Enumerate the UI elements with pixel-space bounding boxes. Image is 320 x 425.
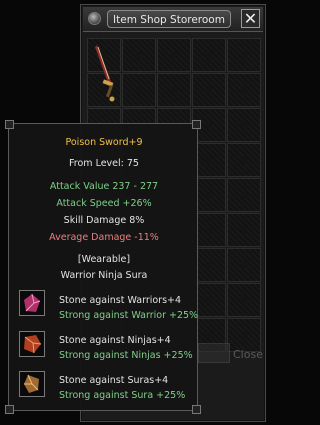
storeroom-slot[interactable] [227,318,261,352]
stone-bonus: Strong against Sura +25% [59,390,186,401]
stone-name: Stone against Warriors+4 [59,295,182,306]
stone-name: Stone against Ninjas+4 [59,335,171,346]
average-damage: Average Damage -11% [49,232,159,243]
attack-value: Attack Value 237 - 277 [49,181,159,192]
close-button[interactable] [198,343,230,363]
storeroom-slot[interactable] [227,73,261,107]
storeroom-slot[interactable] [192,38,226,72]
wearable-classes: Warrior Ninja Sura [60,270,148,281]
ninja-stone-icon [19,331,45,357]
storeroom-slot[interactable] [227,178,261,212]
storeroom-slot[interactable] [157,73,191,107]
window-titlebar[interactable]: Item Shop Storeroom ✕ [83,7,263,32]
required-level: From Level: 75 [69,158,139,169]
storeroom-slot[interactable] [227,283,261,317]
item-name: Poison Sword+9 [65,137,143,148]
tooltip-corner [192,405,201,414]
warrior-stone-icon [19,290,45,316]
storeroom-slot[interactable] [227,143,261,177]
item-tooltip: Poison Sword+9 From Level: 75 Attack Val… [5,120,201,414]
storeroom-slot[interactable] [192,73,226,107]
close-button-label: Close [233,348,263,361]
tooltip-corner [5,120,14,129]
stone-bonus: Strong against Warrior +25% [59,310,199,321]
wearable-tag: [Wearable] [77,254,131,265]
storeroom-slot[interactable] [227,248,261,282]
storeroom-slot[interactable] [227,108,261,142]
tooltip-corner [5,405,14,414]
storeroom-slot[interactable] [157,38,191,72]
tooltip-corner [192,120,201,129]
stone-name: Stone against Suras+4 [59,375,169,386]
close-icon[interactable]: ✕ [241,9,260,28]
skill-damage: Skill Damage 8% [63,215,145,226]
storeroom-slot[interactable] [122,73,156,107]
window-orb-icon [88,12,101,25]
attack-speed: Attack Speed +26% [56,198,152,209]
storeroom-slot[interactable] [227,38,261,72]
storeroom-slot[interactable] [227,213,261,247]
window-title: Item Shop Storeroom [107,10,231,28]
stone-bonus: Strong against Ninjas +25% [59,350,193,361]
poison-sword-icon[interactable] [93,41,115,103]
storeroom-slot[interactable] [122,38,156,72]
sura-stone-icon [19,371,45,397]
